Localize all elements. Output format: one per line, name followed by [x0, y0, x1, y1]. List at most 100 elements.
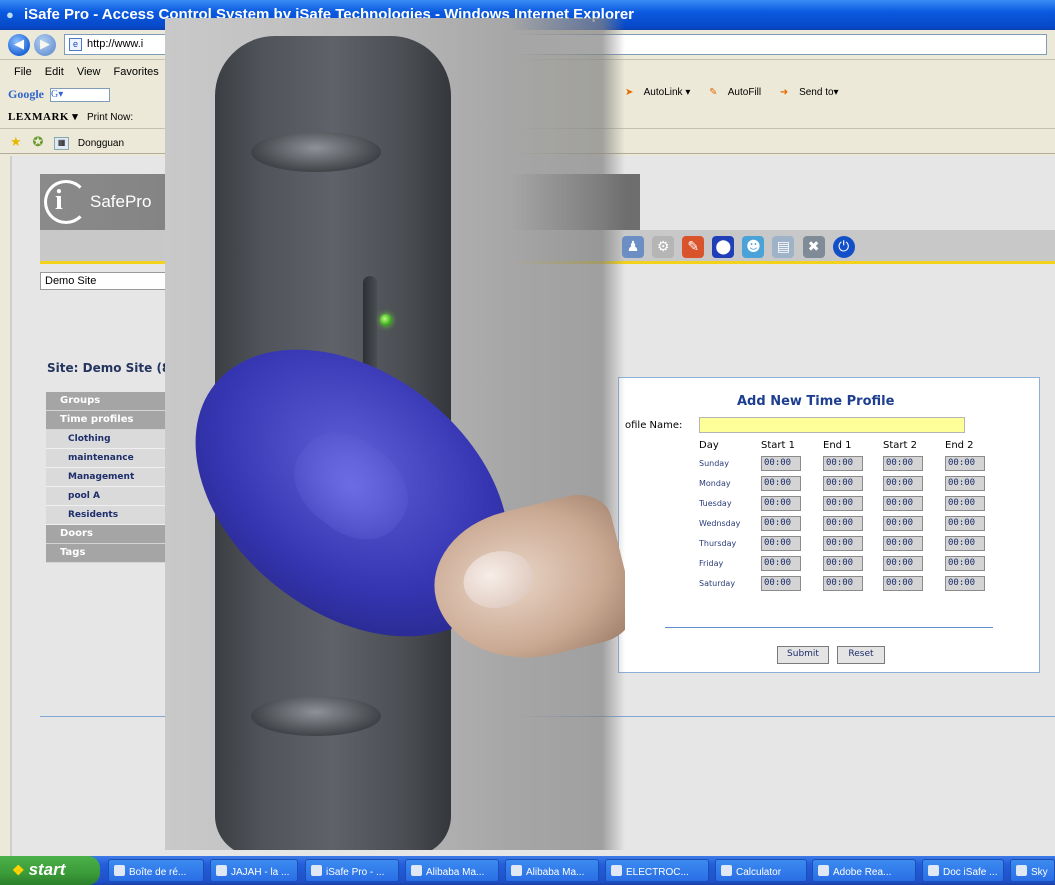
day-label: Saturday — [699, 579, 736, 588]
people-icon[interactable]: ☻ — [742, 236, 765, 258]
time-input-start-2[interactable]: 00:00 — [883, 516, 923, 531]
time-input-end-2[interactable]: 00:00 — [945, 536, 985, 551]
thumbnail — [457, 543, 539, 616]
day-label: Thursday — [699, 539, 737, 548]
windows-flag-icon: ❖ — [12, 862, 25, 878]
lexmark-label[interactable]: LEXMARK ▾ — [8, 111, 78, 123]
menu-view[interactable]: View — [77, 66, 101, 78]
time-input-start-1[interactable]: 00:00 — [761, 456, 801, 471]
nav-time-profiles[interactable]: Time profiles — [46, 411, 176, 430]
taskbar-button[interactable]: Adobe Rea... — [812, 859, 916, 882]
reader-top-ridge — [251, 132, 381, 172]
time-input-start-2[interactable]: 00:00 — [883, 476, 923, 491]
start-button[interactable]: ❖ start — [0, 856, 100, 885]
time-input-end-1[interactable]: 00:00 — [823, 476, 863, 491]
day-label: Sunday — [699, 459, 729, 468]
time-input-end-2[interactable]: 00:00 — [945, 496, 985, 511]
time-input-start-2[interactable]: 00:00 — [883, 456, 923, 471]
app-icon — [818, 865, 829, 876]
day-label: Monday — [699, 479, 731, 488]
nav-profile-pool-a[interactable]: pool A — [46, 487, 176, 506]
taskbar-button[interactable]: iSafe Pro - ... — [305, 859, 399, 882]
users-icon[interactable]: ♟ — [622, 236, 644, 258]
taskbar-button[interactable]: Boîte de ré... — [108, 859, 204, 882]
taskbar-button[interactable]: Sky — [1010, 859, 1055, 882]
time-input-start-2[interactable]: 00:00 — [883, 496, 923, 511]
tools-icon[interactable]: ✖ — [802, 236, 825, 258]
nav-profile-maintenance[interactable]: maintenance — [46, 449, 176, 468]
taskbar-button[interactable]: ELECTROC... — [605, 859, 709, 882]
taskbar-button-label: Calculator — [736, 867, 782, 878]
time-input-end-1[interactable]: 00:00 — [823, 556, 863, 571]
time-input-end-2[interactable]: 00:00 — [945, 556, 985, 571]
taskbar-button-label: iSafe Pro - ... — [326, 867, 385, 878]
taskbar-button[interactable]: Alibaba Ma... — [505, 859, 599, 882]
time-input-end-2[interactable]: 00:00 — [945, 516, 985, 531]
google-search-box[interactable]: G▾ — [50, 88, 110, 103]
time-input-end-2[interactable]: 00:00 — [945, 456, 985, 471]
autofill-button[interactable]: ✎ AutoFill — [709, 87, 769, 98]
nav-tags[interactable]: Tags — [46, 544, 176, 563]
time-input-end-1[interactable]: 00:00 — [823, 456, 863, 471]
col-header-start-2: Start 2 — [883, 440, 917, 451]
report-icon[interactable]: ✎ — [682, 236, 705, 258]
fob-logo-emboss — [276, 413, 427, 559]
time-input-start-1[interactable]: 00:00 — [761, 536, 801, 551]
time-input-end-2[interactable]: 00:00 — [945, 476, 985, 491]
app-icon — [411, 865, 422, 876]
time-input-start-2[interactable]: 00:00 — [883, 536, 923, 551]
favorites-star-icon[interactable]: ★ — [10, 134, 22, 149]
tab-title[interactable]: Dongguan — [78, 138, 124, 149]
forward-arrow-icon[interactable]: ▶ — [34, 34, 56, 56]
nav-profile-residents[interactable]: Residents — [46, 506, 176, 525]
door-icon[interactable]: ▤ — [772, 236, 795, 258]
power-icon[interactable]: ⏻ — [832, 236, 855, 258]
time-input-start-2[interactable]: 00:00 — [883, 576, 923, 591]
taskbar-button[interactable]: Doc iSafe ... — [922, 859, 1004, 882]
time-input-end-2[interactable]: 00:00 — [945, 576, 985, 591]
autolink-icon: ➤ — [625, 87, 634, 98]
tab-list-icon[interactable]: ▦ — [54, 136, 70, 150]
day-label: Friday — [699, 559, 724, 568]
taskbar-button[interactable]: Alibaba Ma... — [405, 859, 499, 882]
time-input-start-1[interactable]: 00:00 — [761, 516, 801, 531]
tag-icon[interactable]: ⬤ — [712, 236, 735, 258]
time-input-start-1[interactable]: 00:00 — [761, 576, 801, 591]
google-tools: ➤ AutoLink ▾ ✎ AutoFill ➜ Send to▾ — [625, 87, 855, 98]
day-label: Wednsday — [699, 519, 741, 528]
nav-groups[interactable]: Groups — [46, 392, 176, 411]
add-favorite-icon[interactable]: ✪ — [32, 134, 43, 149]
nav-doors[interactable]: Doors — [46, 525, 176, 544]
menu-favorites[interactable]: Favorites — [114, 66, 159, 78]
submit-button[interactable]: Submit — [777, 646, 829, 664]
taskbar-button[interactable]: Calculator — [715, 859, 807, 882]
reader-bottom-ridge — [251, 696, 381, 736]
time-input-end-1[interactable]: 00:00 — [823, 576, 863, 591]
time-input-start-1[interactable]: 00:00 — [761, 476, 801, 491]
time-input-start-1[interactable]: 00:00 — [761, 556, 801, 571]
logo-i: i — [55, 185, 63, 216]
time-input-end-1[interactable]: 00:00 — [823, 496, 863, 511]
taskbar-button-label: Sky — [1031, 867, 1048, 878]
taskbar-button[interactable]: JAJAH - la ... — [210, 859, 298, 882]
print-now-label[interactable]: Print Now: — [87, 112, 133, 123]
time-input-start-1[interactable]: 00:00 — [761, 496, 801, 511]
menu-file[interactable]: File — [14, 66, 32, 78]
settings-icon[interactable]: ⚙ — [652, 236, 675, 258]
back-arrow-icon[interactable]: ◀ — [8, 34, 30, 56]
time-input-end-1[interactable]: 00:00 — [823, 516, 863, 531]
ie-icon: ● — [6, 7, 14, 22]
site-select[interactable]: Demo Site — [40, 272, 170, 290]
time-input-end-1[interactable]: 00:00 — [823, 536, 863, 551]
autolink-button[interactable]: ➤ AutoLink ▾ — [625, 87, 698, 98]
profile-name-input[interactable] — [699, 417, 965, 433]
autofill-icon: ✎ — [709, 87, 718, 98]
col-header-start-1: Start 1 — [761, 440, 795, 451]
taskbar-button-label: Boîte de ré... — [129, 867, 187, 878]
time-input-start-2[interactable]: 00:00 — [883, 556, 923, 571]
reset-button[interactable]: Reset — [837, 646, 885, 664]
menu-edit[interactable]: Edit — [45, 66, 64, 78]
send-to-button[interactable]: ➜ Send to▾ — [780, 87, 847, 98]
nav-profile-clothing[interactable]: Clothing — [46, 430, 176, 449]
nav-profile-management[interactable]: Management — [46, 468, 176, 487]
